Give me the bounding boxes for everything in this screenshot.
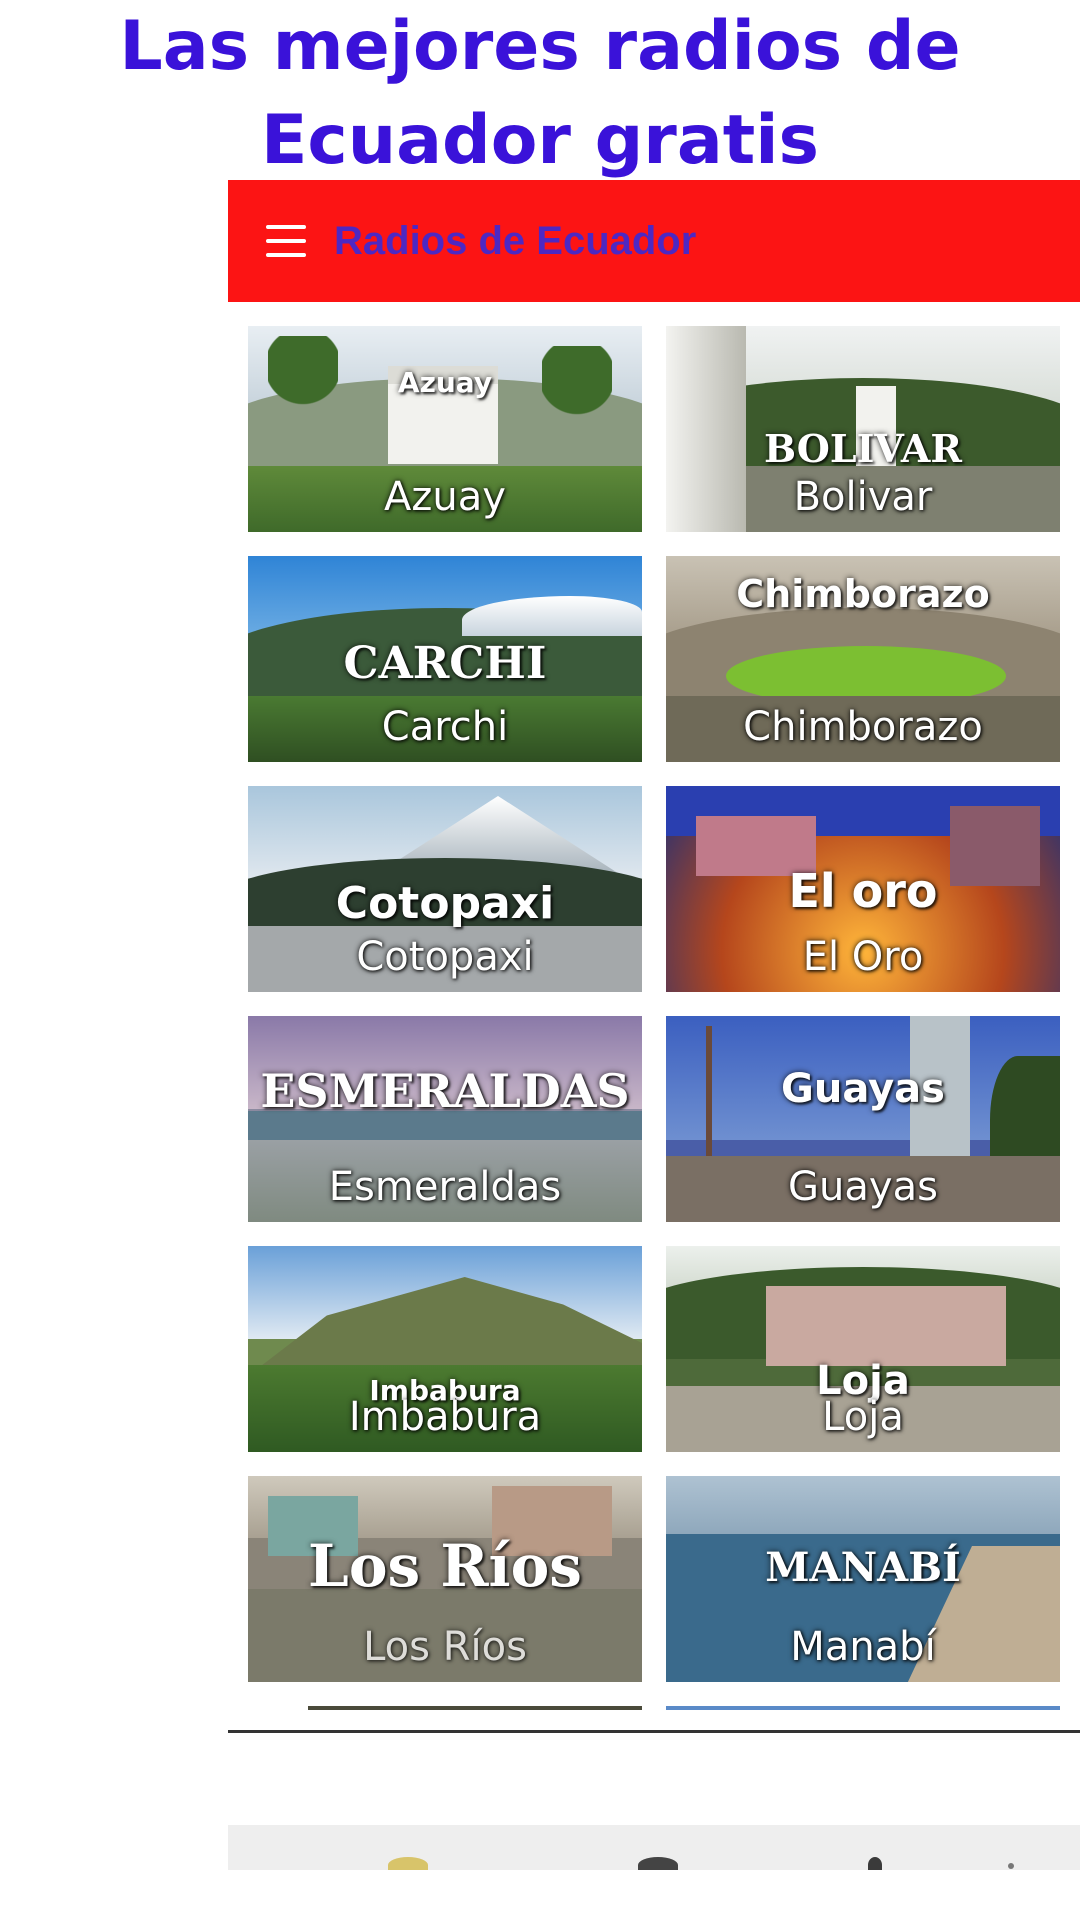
tile-label: Manabí — [790, 1624, 936, 1670]
tile-label: El Oro — [802, 934, 924, 980]
tile-image-text: Guayas — [781, 1066, 945, 1112]
tile-label: Esmeraldas — [328, 1164, 562, 1210]
tile-image-text: CARCHI — [343, 638, 547, 689]
app-title: Radios de Ecuador — [334, 218, 697, 263]
province-tile-cotopaxi[interactable]: Cotopaxi Cotopaxi — [248, 786, 642, 992]
province-tile-los-rios[interactable]: Los Ríos Los Ríos — [248, 1476, 642, 1682]
tile-image-text: Los Ríos — [308, 1532, 582, 1600]
tile-label: Carchi — [381, 704, 509, 750]
tile-image-text: ESMERALDAS — [260, 1064, 630, 1118]
bottom-icon-1[interactable] — [388, 1857, 428, 1870]
tile-label: Bolivar — [793, 474, 933, 520]
headline-line-1: Las mejores radios de — [119, 7, 961, 86]
more-icon[interactable] — [1008, 1863, 1014, 1869]
province-tile-loja[interactable]: Loja Loja — [666, 1246, 1060, 1452]
app-bar: Radios de Ecuador — [228, 180, 1080, 302]
headline-line-2: Ecuador gratis — [260, 101, 820, 180]
tile-image-text: Azuay — [397, 366, 493, 399]
next-row-edge-right — [666, 1706, 1060, 1710]
tile-label: Loja — [822, 1394, 904, 1440]
phone-screen: Radios de Ecuador Azuay Azuay BOLIVAR Bo… — [228, 180, 1080, 1870]
tile-image-text: MANABÍ — [765, 1544, 961, 1591]
tile-label: Guayas — [788, 1164, 938, 1210]
province-tile-chimborazo[interactable]: Chimborazo Chimborazo — [666, 556, 1060, 762]
province-tile-manabi[interactable]: MANABÍ Manabí — [666, 1476, 1060, 1682]
province-tile-esmeraldas[interactable]: ESMERALDAS Esmeraldas — [248, 1016, 642, 1222]
tile-label: Imbabura — [348, 1394, 542, 1440]
menu-icon[interactable] — [266, 225, 306, 257]
promo-headline: Las mejores radios de Ecuador gratis — [0, 0, 1080, 180]
tile-label: Azuay — [384, 474, 506, 520]
bottom-bar — [228, 1825, 1080, 1870]
tile-label: Cotopaxi — [356, 934, 534, 980]
tile-image-text: BOLIVAR — [763, 426, 962, 471]
bottom-icon-3[interactable] — [868, 1857, 882, 1870]
tile-label: Los Ríos — [363, 1624, 527, 1670]
province-tile-bolivar[interactable]: BOLIVAR Bolivar — [666, 326, 1060, 532]
province-tile-carchi[interactable]: CARCHI Carchi — [248, 556, 642, 762]
province-tile-imbabura[interactable]: Imbabura Imbabura — [248, 1246, 642, 1452]
tile-label: Chimborazo — [743, 704, 983, 750]
province-tile-guayas[interactable]: Guayas Guayas — [666, 1016, 1060, 1222]
bottom-icon-2[interactable] — [638, 1857, 678, 1870]
tile-image-text: Chimborazo — [736, 572, 990, 616]
tile-image-text: El oro — [788, 864, 938, 918]
divider — [228, 1730, 1080, 1733]
next-row-edge-left — [308, 1706, 642, 1710]
province-tile-el-oro[interactable]: El oro El Oro — [666, 786, 1060, 992]
province-tile-azuay[interactable]: Azuay Azuay — [248, 326, 642, 532]
tile-image-text: Cotopaxi — [335, 878, 555, 929]
